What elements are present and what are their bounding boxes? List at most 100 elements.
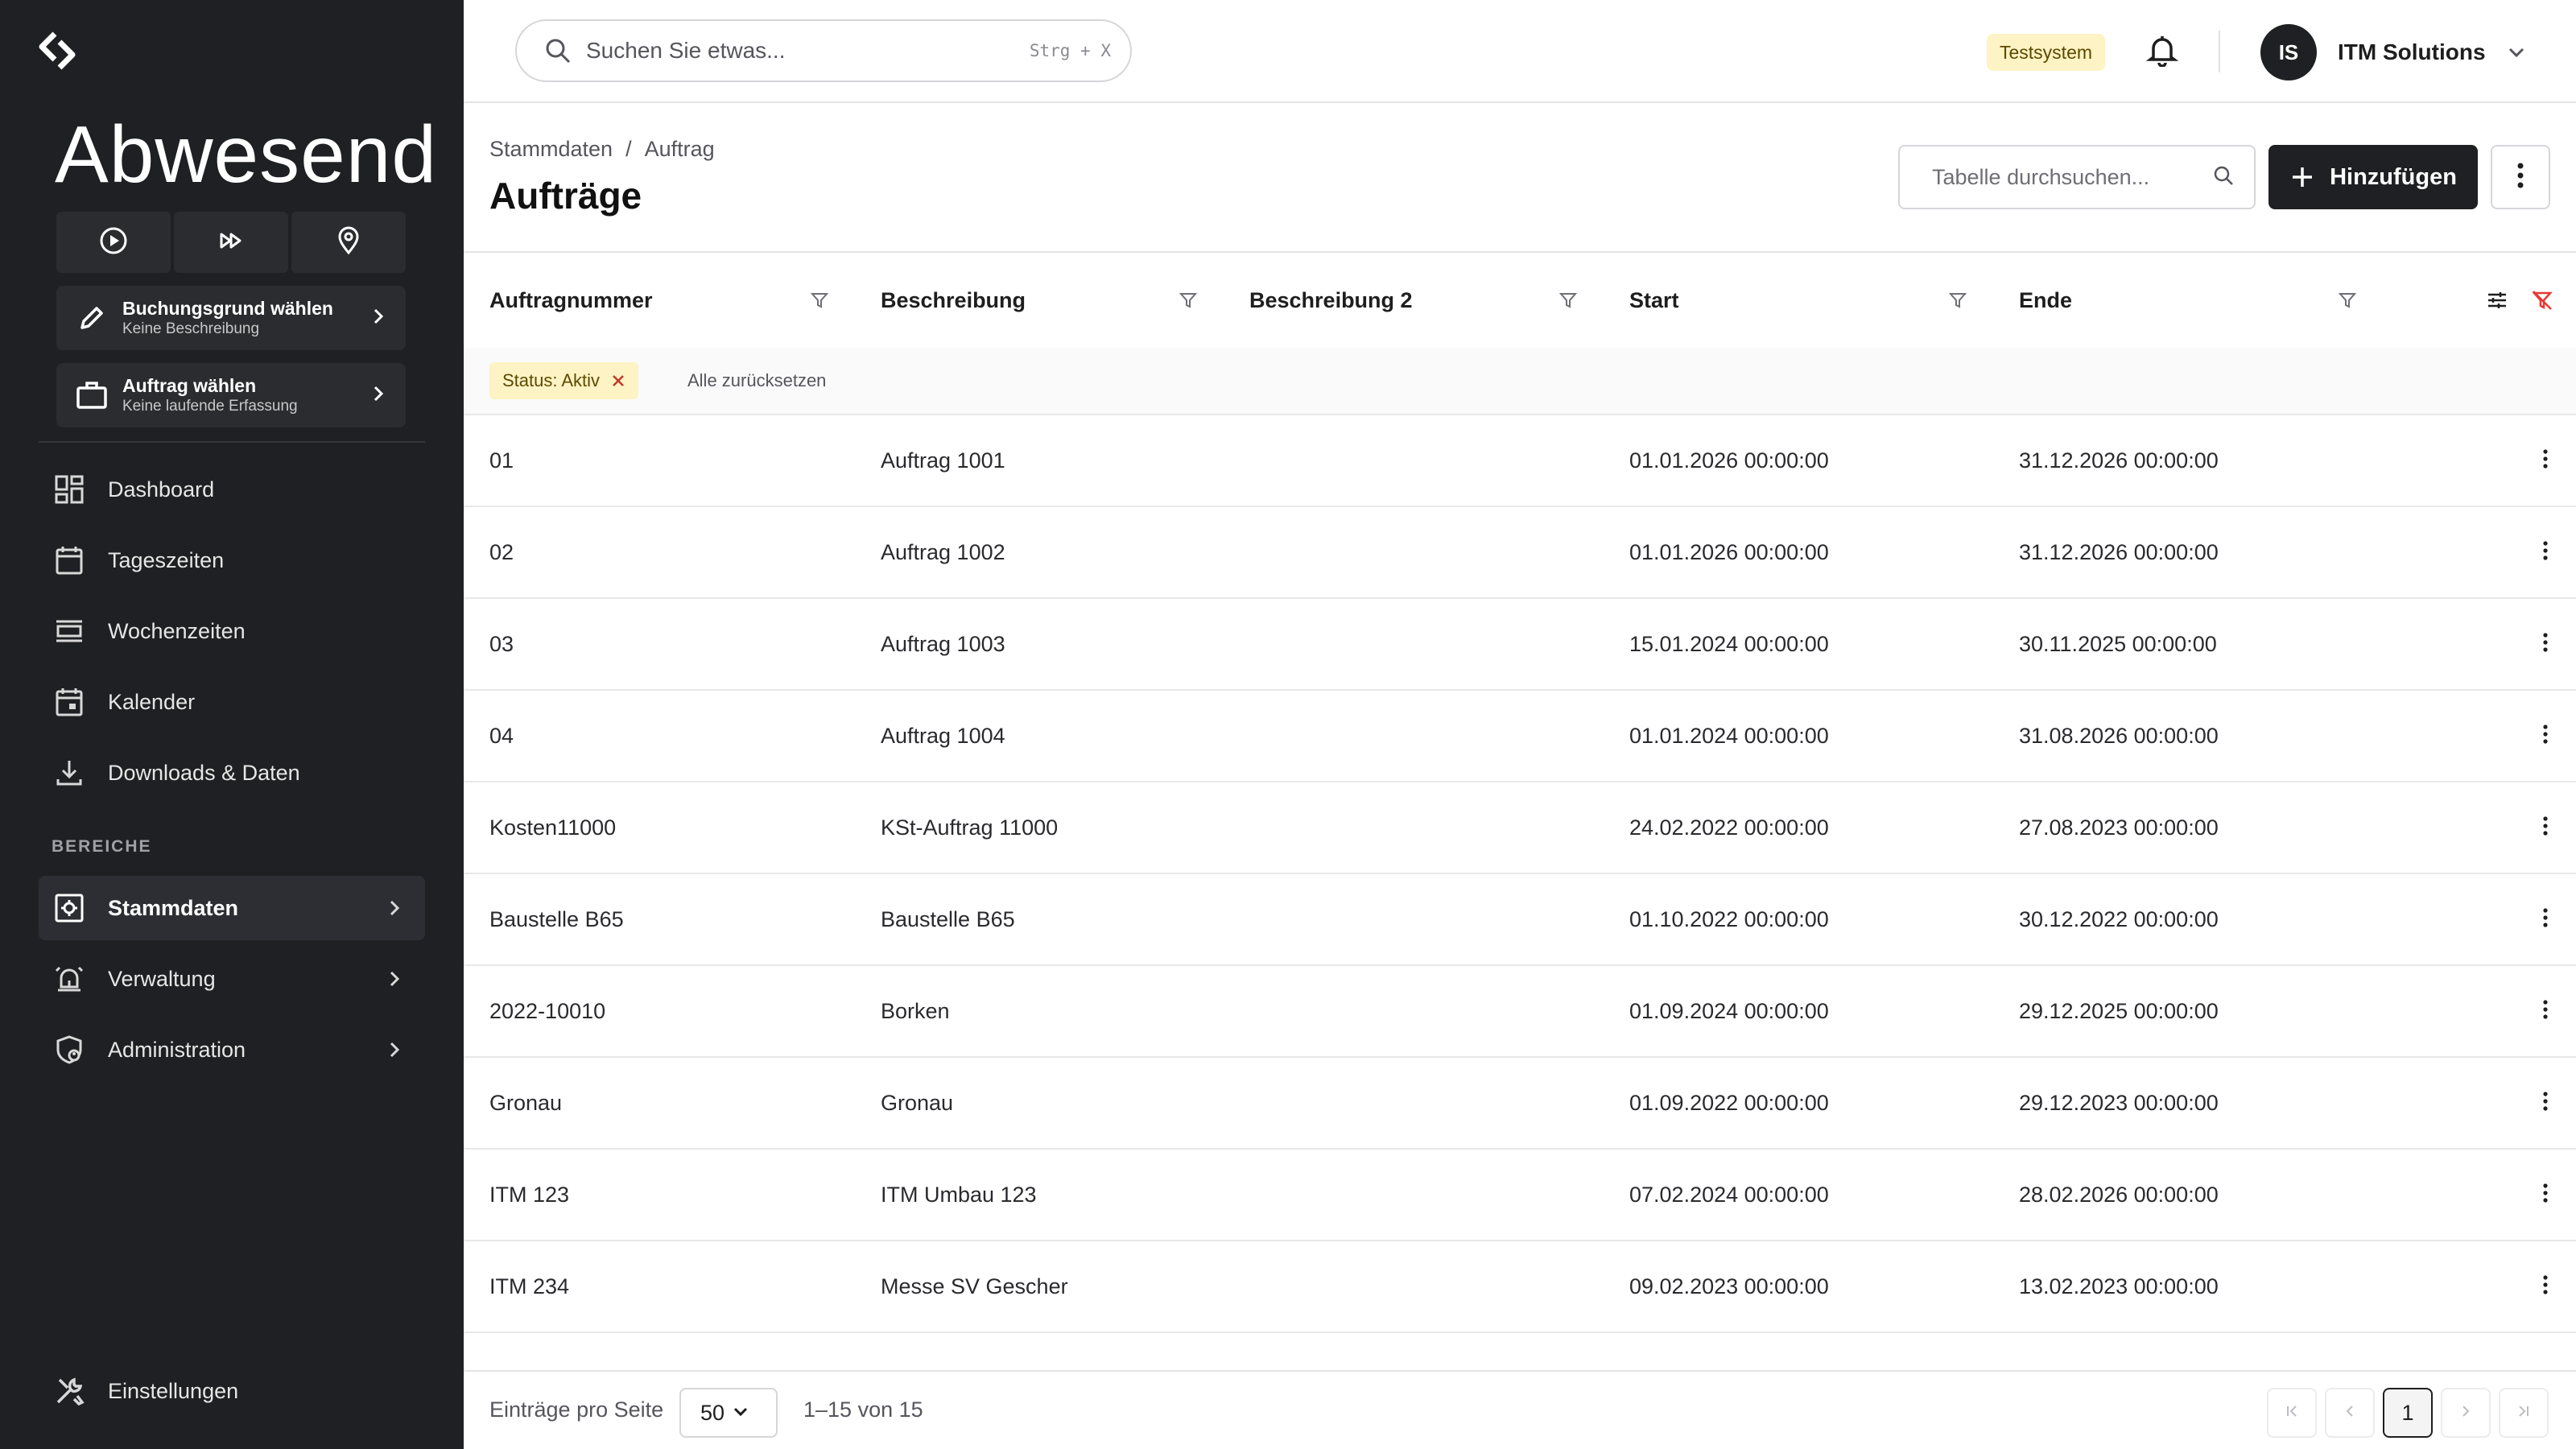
sidebar-item-downloads[interactable]: Downloads & Daten [39, 741, 425, 805]
first-page-button[interactable] [2267, 1388, 2317, 1438]
booking-reason-subtitle: Keine Beschreibung [122, 320, 260, 337]
table-row[interactable]: 01 Auftrag 1001 01.01.2026 00:00:00 31.12.2… [464, 415, 2576, 507]
row-actions-button[interactable] [2529, 720, 2562, 752]
clear-filters-icon[interactable] [2529, 287, 2555, 313]
table-row[interactable]: Gronau Gronau 01.09.2022 00:00:00 29.12.202… [464, 1058, 2576, 1150]
row-actions-button[interactable] [2529, 444, 2562, 477]
vertical-dots-icon [2542, 1274, 2549, 1299]
column-settings-icon[interactable] [2484, 287, 2510, 313]
order-selector-subtitle: Keine laufende Erfassung [122, 398, 298, 415]
table-row[interactable]: 04 Auftrag 1004 01.01.2024 00:00:00 31.08.2… [464, 691, 2576, 782]
app-logo-icon[interactable] [35, 29, 79, 72]
order-selector[interactable]: Auftrag wählen Keine laufende Erfassung [56, 363, 406, 427]
avatar: IS [2260, 24, 2317, 80]
column-header-beschreibung-2[interactable]: Beschreibung 2 [1249, 253, 1413, 348]
filter-icon[interactable] [807, 287, 832, 313]
presence-status-title: Abwesend [55, 109, 437, 200]
row-actions-button[interactable] [2529, 536, 2562, 568]
filter-icon[interactable] [1555, 287, 1581, 313]
breadcrumb-item-stammdaten[interactable]: Stammdaten [489, 137, 613, 162]
chevron-left-icon [2341, 1402, 2359, 1424]
first-page-icon [2283, 1402, 2301, 1424]
cell-ende: 27.08.2023 00:00:00 [2019, 815, 2219, 840]
close-icon[interactable] [611, 374, 625, 388]
chevron-right-icon [367, 305, 390, 332]
previous-page-button[interactable] [2325, 1388, 2375, 1438]
row-actions-button[interactable] [2529, 1270, 2562, 1302]
table-search-input[interactable]: Tabelle durchsuchen... [1898, 145, 2256, 209]
reset-all-filters-link[interactable]: Alle zurücksetzen [687, 370, 826, 391]
row-actions-button[interactable] [2529, 811, 2562, 844]
filter-icon[interactable] [2334, 287, 2360, 313]
table-row[interactable]: 03 Auftrag 1003 15.01.2024 00:00:00 30.11.2… [464, 599, 2576, 691]
more-options-button[interactable] [2491, 145, 2550, 209]
sidebar-item-label: Tageszeiten [108, 547, 225, 572]
cell-start: 24.02.2022 00:00:00 [1629, 815, 1829, 840]
plus-icon [2289, 164, 2315, 190]
admin-shield-icon [52, 1032, 87, 1067]
global-search-input[interactable]: Suchen Sie etwas... Strg + X [515, 19, 1132, 82]
location-button[interactable] [291, 212, 406, 273]
last-page-button[interactable] [2499, 1388, 2549, 1438]
sidebar-item-label: Einstellungen [108, 1378, 239, 1403]
chevron-down-icon [732, 1401, 763, 1426]
notifications-button[interactable] [2143, 32, 2182, 71]
column-header-auftragnummer[interactable]: Auftragnummer [489, 253, 653, 348]
user-name: ITM Solutions [2338, 39, 2486, 64]
column-header-ende[interactable]: Ende [2019, 253, 2072, 348]
master-data-icon [52, 890, 87, 926]
add-button[interactable]: Hinzufügen [2268, 145, 2478, 209]
sidebar-item-label: Stammdaten [108, 895, 239, 920]
table-row[interactable]: Baustelle B65 Baustelle B65 01.10.2022 00:… [464, 874, 2576, 966]
chevron-right-icon [378, 892, 411, 924]
row-actions-button[interactable] [2529, 1179, 2562, 1211]
row-actions-button[interactable] [2529, 1087, 2562, 1119]
environment-badge: Testsystem [1987, 34, 2106, 71]
column-header-start[interactable]: Start [1629, 253, 1679, 348]
table-row[interactable]: 2022-10010 Borken 01.09.2024 00:00:00 29.12… [464, 966, 2576, 1058]
cell-beschreibung: KSt-Auftrag 11000 [881, 815, 1059, 840]
skip-forward-button[interactable] [174, 212, 288, 273]
sidebar-item-stammdaten[interactable]: Stammdaten [39, 876, 425, 940]
next-page-button[interactable] [2441, 1388, 2491, 1438]
add-button-label: Hinzufügen [2330, 163, 2457, 190]
cell-auftragnummer: Gronau [489, 1090, 563, 1115]
user-menu[interactable]: IS ITM Solutions [2260, 24, 2533, 80]
top-bar: Suchen Sie etwas... Strg + X Testsystem … [464, 0, 2576, 103]
row-actions-button[interactable] [2529, 628, 2562, 660]
breadcrumb-item-auftrag[interactable]: Auftrag [645, 137, 715, 162]
table-row[interactable]: ITM 123 ITM Umbau 123 07.02.2024 00:00:00 2… [464, 1150, 2576, 1241]
sidebar-item-settings[interactable]: Einstellungen [39, 1359, 425, 1423]
vertical-dots-icon [2542, 907, 2549, 932]
page-button-current[interactable]: 1 [2383, 1388, 2433, 1438]
sidebar-item-tageszeiten[interactable]: Tageszeiten [39, 528, 425, 592]
calendar-day-icon [52, 543, 87, 578]
search-icon [544, 36, 573, 65]
filter-icon[interactable] [1175, 287, 1201, 313]
sidebar-item-dashboard[interactable]: Dashboard [39, 457, 425, 522]
cell-ende: 31.12.2026 00:00:00 [2019, 539, 2219, 564]
sidebar-item-kalender[interactable]: Kalender [39, 670, 425, 734]
chevron-right-icon [367, 382, 390, 409]
table-row[interactable]: 02 Auftrag 1002 01.01.2026 00:00:00 31.12.2… [464, 507, 2576, 599]
cell-auftragnummer: 04 [489, 723, 514, 748]
table-row[interactable]: Kosten11000 KSt-Auftrag 11000 24.02.2022 0… [464, 782, 2576, 874]
table-row[interactable]: ITM 234 Messe SV Gescher 09.02.2023 00:00:… [464, 1241, 2576, 1333]
per-page-select[interactable]: 50 [679, 1388, 778, 1438]
sidebar-item-verwaltung[interactable]: Verwaltung [39, 947, 425, 1011]
cell-beschreibung: Baustelle B65 [881, 906, 1015, 931]
booking-reason-selector[interactable]: Buchungsgrund wählen Keine Beschreibung [56, 286, 406, 350]
chevron-right-icon [2457, 1402, 2475, 1424]
column-header-beschreibung[interactable]: Beschreibung [881, 253, 1026, 348]
row-actions-button[interactable] [2529, 903, 2562, 935]
order-selector-title: Auftrag wählen [122, 375, 257, 396]
table-footer: Einträge pro Seite 50 1–15 von 15 1 [464, 1370, 2576, 1449]
cell-beschreibung: Gronau [881, 1090, 954, 1115]
sidebar-item-wochenzeiten[interactable]: Wochenzeiten [39, 599, 425, 663]
filter-icon[interactable] [1945, 287, 1971, 313]
sidebar-item-administration[interactable]: Administration [39, 1018, 425, 1082]
start-tracking-button[interactable] [56, 212, 171, 273]
row-actions-button[interactable] [2529, 995, 2562, 1027]
per-page-value: 50 [700, 1400, 725, 1425]
status-filter-chip[interactable]: Status: Aktiv [489, 362, 639, 399]
